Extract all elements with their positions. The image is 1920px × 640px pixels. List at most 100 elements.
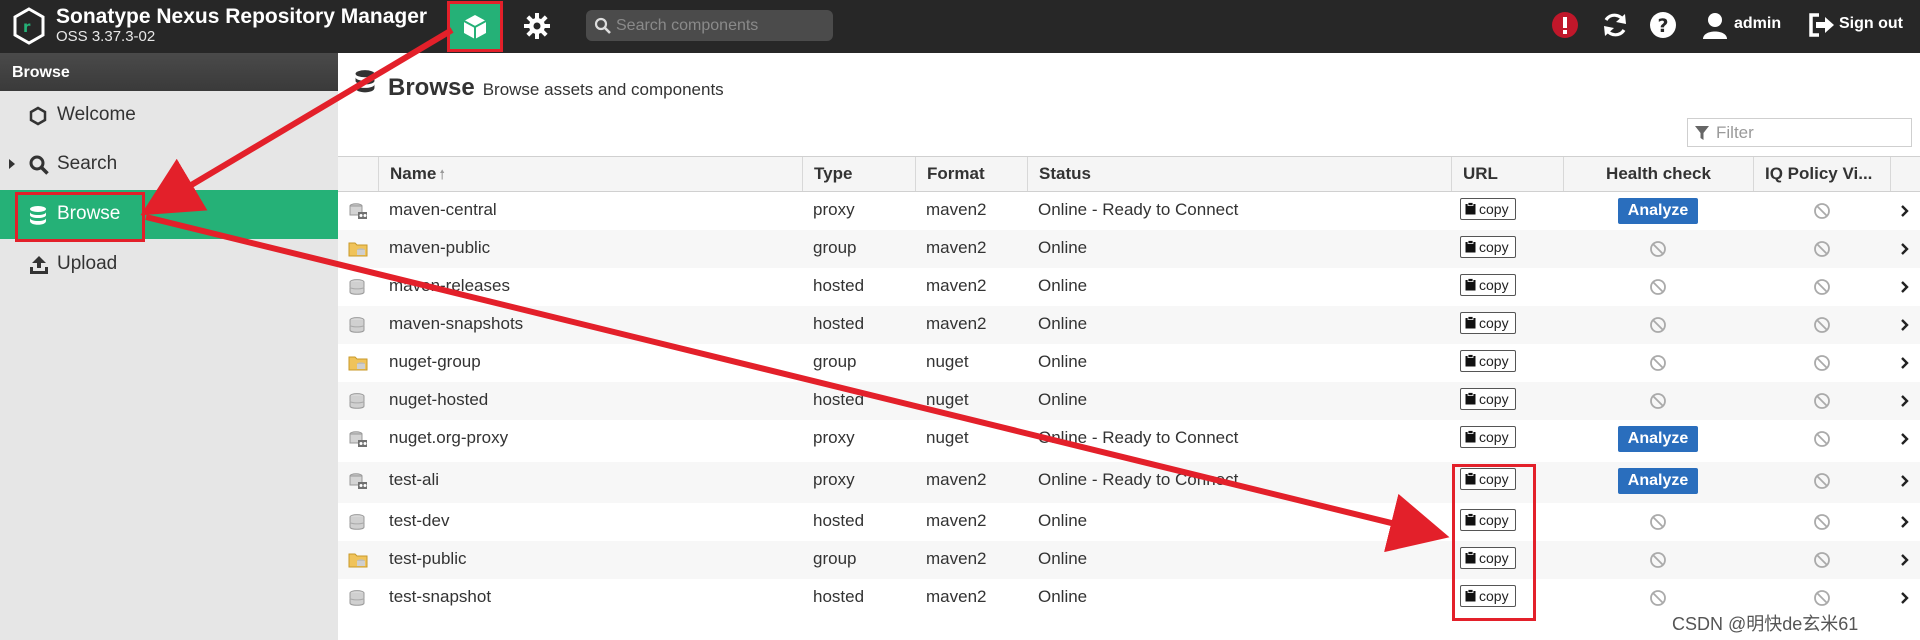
copy-url-button[interactable]: copy [1460, 425, 1516, 448]
copy-url-button[interactable]: copy [1460, 235, 1516, 258]
repo-name-cell[interactable]: maven-releases [378, 268, 802, 306]
copy-url-button[interactable]: copy [1460, 349, 1516, 372]
column-header-url[interactable]: URL [1451, 157, 1563, 191]
row-expand-cell[interactable] [1890, 420, 1920, 458]
copy-url-button[interactable]: copy [1460, 197, 1516, 220]
copy-url-button[interactable]: copy [1460, 311, 1516, 334]
disabled-icon [1813, 393, 1830, 409]
repo-type-cell [338, 230, 378, 268]
chevron-right-icon [1901, 433, 1909, 445]
column-header-name[interactable]: Name 🠕 [378, 157, 802, 191]
help-button[interactable]: ? [1648, 10, 1678, 40]
row-expand-cell[interactable] [1890, 344, 1920, 382]
row-expand-cell[interactable] [1890, 579, 1920, 617]
repo-name-cell[interactable]: maven-snapshots [378, 306, 802, 344]
filter-input[interactable] [1716, 122, 1906, 143]
analyze-button[interactable]: Analyze [1617, 198, 1699, 224]
user-icon [1703, 13, 1727, 39]
row-expand-cell[interactable] [1890, 503, 1920, 541]
repo-url-cell: copy [1451, 344, 1563, 382]
disabled-icon [1813, 355, 1830, 371]
copy-url-button[interactable]: copy [1460, 387, 1516, 410]
repo-name-cell[interactable]: test-dev [378, 503, 802, 541]
table-row[interactable]: test-public group maven2 Online copy [338, 541, 1920, 579]
analyze-button[interactable]: Analyze [1617, 426, 1699, 452]
repo-iq-policy-cell [1753, 192, 1890, 230]
column-header-health-check[interactable]: Health check [1563, 157, 1753, 191]
search-input[interactable] [616, 14, 826, 37]
column-header-iq-policy[interactable]: IQ Policy Vi... [1753, 157, 1890, 191]
browse-mode-button[interactable] [447, 1, 503, 52]
hexagon-icon [29, 106, 47, 126]
database-icon [355, 70, 375, 93]
repo-name-cell[interactable]: test-ali [378, 462, 802, 500]
table-row[interactable]: test-ali proxy maven2 Online - Ready to Con… [338, 462, 1920, 503]
repo-format-cell: nuget [926, 390, 969, 409]
row-expand-cell[interactable] [1890, 192, 1920, 230]
repo-health-cell: Analyze [1563, 192, 1753, 230]
repo-url-cell: copy [1451, 192, 1563, 230]
table-row[interactable]: maven-public group maven2 Online copy [338, 230, 1920, 268]
copy-url-button[interactable]: copy [1460, 273, 1516, 296]
repo-name-cell[interactable]: nuget-group [378, 344, 802, 382]
component-search[interactable] [586, 10, 833, 41]
sidebar-item-label: Upload [57, 253, 118, 274]
repo-format-cell: maven2 [926, 238, 987, 257]
repo-name-cell[interactable]: test-snapshot [378, 579, 802, 617]
table-row[interactable]: nuget.org-proxy proxy nuget Online - Ready … [338, 420, 1920, 462]
repo-name-cell[interactable]: maven-public [378, 230, 802, 268]
repo-status-cell: Online [1038, 587, 1088, 606]
repo-health-cell [1563, 306, 1753, 344]
upload-icon [30, 256, 48, 274]
proxy-repo-icon [349, 473, 367, 489]
gear-icon [524, 13, 550, 39]
sidebar-item-welcome[interactable]: Welcome [0, 91, 338, 140]
column-header-format[interactable]: Format [915, 157, 1027, 191]
row-expand-cell[interactable] [1890, 230, 1920, 268]
column-header-status[interactable]: Status [1027, 157, 1451, 191]
expand-caret-icon[interactable] [9, 159, 15, 169]
repo-name-cell[interactable]: test-public [378, 541, 802, 579]
sidebar-item-upload[interactable]: Upload [0, 240, 338, 289]
copy-label: copy [1479, 200, 1509, 217]
row-expand-cell[interactable] [1890, 541, 1920, 579]
repo-status-cell: Online [1038, 390, 1088, 409]
signout-button[interactable] [1806, 10, 1836, 40]
disabled-icon [1650, 552, 1666, 568]
admin-mode-button[interactable] [518, 7, 556, 45]
column-header-type[interactable]: Type [802, 157, 915, 191]
repo-status-cell: Online - Ready to Connect [1038, 428, 1239, 447]
alert-button[interactable] [1550, 10, 1580, 40]
row-expand-cell[interactable] [1890, 462, 1920, 500]
repo-status-cell: Online - Ready to Connect [1038, 470, 1239, 489]
table-row[interactable]: nuget-hosted hosted nuget Online copy [338, 382, 1920, 420]
repo-health-cell [1563, 344, 1753, 382]
table-row[interactable]: nuget-group group nuget Online copy [338, 344, 1920, 382]
refresh-button[interactable] [1600, 10, 1630, 40]
row-expand-cell[interactable] [1890, 382, 1920, 420]
clipboard-icon [1465, 278, 1476, 291]
disabled-icon [1650, 393, 1666, 409]
repo-type-cell [338, 503, 378, 541]
svg-text:r: r [23, 18, 31, 36]
analyze-button[interactable]: Analyze [1617, 468, 1699, 494]
filter-field[interactable] [1687, 118, 1912, 147]
row-expand-cell[interactable] [1890, 306, 1920, 344]
repo-name-cell[interactable]: nuget-hosted [378, 382, 802, 420]
table-row[interactable]: maven-central proxy maven2 Online - Ready t… [338, 192, 1920, 230]
repo-name-cell[interactable]: maven-central [378, 192, 802, 230]
username[interactable]: admin [1734, 15, 1781, 33]
table-row[interactable]: maven-releases hosted maven2 Online copy [338, 268, 1920, 306]
help-icon: ? [1650, 12, 1676, 38]
annotation-highlight-browse [15, 192, 145, 242]
user-menu-button[interactable] [1700, 10, 1730, 40]
row-expand-cell[interactable] [1890, 268, 1920, 306]
page-title: Browse [388, 74, 475, 101]
repo-name-cell[interactable]: nuget.org-proxy [378, 420, 802, 458]
signout-label[interactable]: Sign out [1839, 15, 1903, 33]
table-row[interactable]: maven-snapshots hosted maven2 Online copy [338, 306, 1920, 344]
sidebar-header: Browse [0, 53, 338, 91]
repo-format-cell: maven2 [926, 470, 987, 489]
table-row[interactable]: test-dev hosted maven2 Online copy [338, 503, 1920, 541]
sidebar-item-search[interactable]: Search [0, 140, 338, 189]
